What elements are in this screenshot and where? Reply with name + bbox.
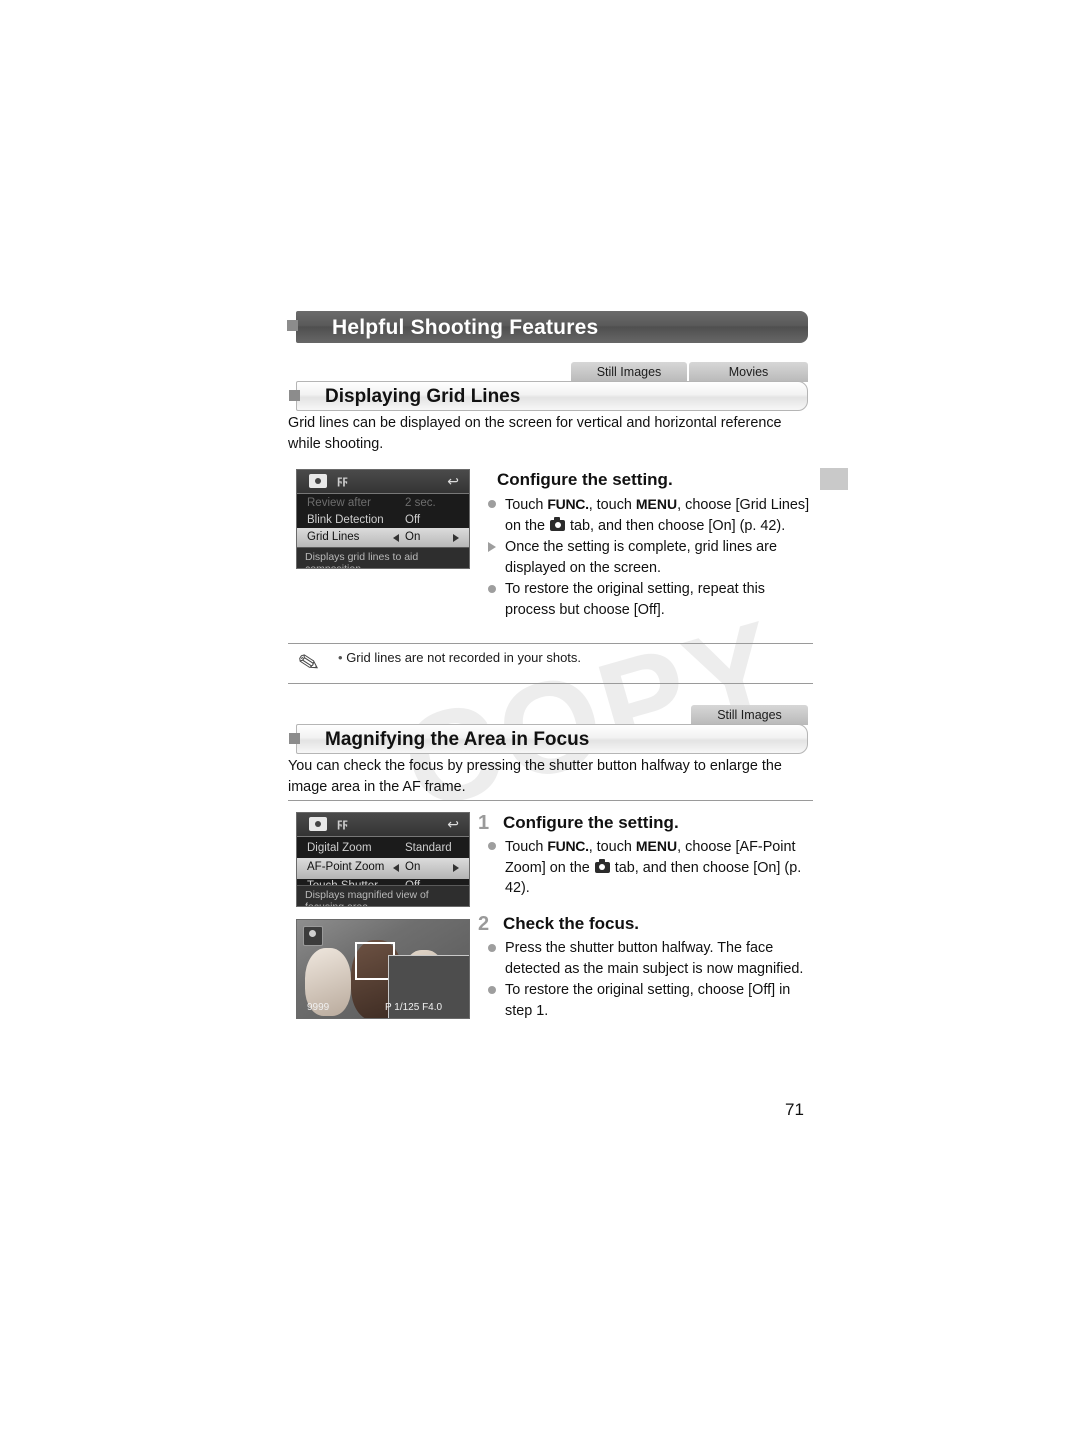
bullet-dot-icon [488, 986, 496, 994]
page-number: 71 [785, 1100, 804, 1119]
tab-still-images-2: Still Images [691, 705, 808, 725]
step-2-bullets: Press the shutter button halfway. The fa… [487, 938, 813, 1022]
note-rule-bottom [288, 683, 813, 684]
screen1-row-0-label: Review after [307, 497, 371, 509]
note-text: • Grid lines are not recorded in your sh… [338, 650, 582, 665]
camera-screen-grid-lines: ϝϝ ↩ Review after 2 sec. Blink Detection… [296, 469, 470, 569]
photo-mode-badge-icon [303, 926, 323, 946]
screen1-row-0-value: 2 sec. [405, 497, 436, 509]
screen2-row-1-label: AF-Point Zoom [307, 861, 385, 873]
camera-screen-af-zoom: ϝϝ ↩ Digital Zoom Standard AF-Point Zoom… [296, 812, 470, 907]
right-arrow-icon [453, 534, 459, 542]
step-2-number: 2 [478, 913, 490, 935]
chapter-title: Helpful Shooting Features [332, 316, 599, 339]
list-item: Press the shutter button halfway. The fa… [487, 938, 813, 979]
section1-bullet-0-text: Touch FUNC., touch MENU, choose [Grid Li… [505, 496, 810, 534]
screen2-caption: Displays magnified view of focusing area… [297, 885, 469, 906]
section1-intro: Grid lines can be displayed on the scree… [288, 415, 782, 452]
chapter-marker-icon [287, 320, 298, 331]
step2-bullet-0-text: Press the shutter button halfway. The fa… [505, 940, 804, 977]
step2-bullet-1-text: To restore the original setting, choose … [505, 982, 791, 1019]
section2-intro: You can check the focus by pressing the … [288, 758, 782, 795]
bullet-dot-icon [488, 944, 496, 952]
step-1-number: 1 [478, 812, 490, 834]
list-item: To restore the original setting, repeat … [487, 579, 813, 620]
note-rule-top [288, 643, 813, 644]
back-arrow-icon: ↩ [447, 816, 459, 832]
screen1-row-1-value: Off [405, 514, 421, 526]
tab-still-images: Still Images [571, 362, 687, 382]
screen2-topbar: ϝϝ ↩ [297, 813, 469, 837]
screen1-row-1-label: Blink Detection [307, 514, 384, 526]
section1-tabs: Still Images Movies [571, 362, 808, 382]
step1-bullet-0-text: Touch FUNC., touch MENU, choose [AF-Poin… [505, 838, 802, 896]
document-page: COPY Helpful Shooting Features Still Ima… [0, 0, 1080, 1436]
section-marker-icon [289, 390, 300, 401]
screen1-caption-text: Displays grid lines to aid composition. [305, 551, 419, 569]
screen1-topbar: ϝϝ ↩ [297, 470, 469, 494]
bullet-dot-icon [488, 842, 496, 850]
screen2-row-0: Digital Zoom Standard [297, 839, 469, 860]
list-item: Once the setting is complete, grid lines… [487, 537, 813, 578]
bullet-dot-icon [488, 585, 496, 593]
section-heading-af-zoom: Magnifying the Area in Focus [289, 724, 808, 754]
list-item: To restore the original setting, choose … [487, 980, 813, 1021]
photo-osd-left: 9999 [307, 1002, 330, 1013]
section2-tabs: Still Images [691, 705, 808, 725]
bullet-dot-icon [488, 500, 496, 508]
camera-photo-af-zoom: 9999 P 1/125 F4.0 [296, 919, 470, 1019]
step-2-heading: Check the focus. [503, 914, 640, 933]
list-item: Touch FUNC., touch MENU, choose [AF-Poin… [487, 836, 813, 899]
section1-bullet-2-text: To restore the original setting, repeat … [505, 581, 765, 618]
section2-heading-text: Magnifying the Area in Focus [325, 729, 590, 750]
wrench-tab-icon: ϝϝ [337, 816, 348, 830]
tab-movies: Movies [689, 362, 808, 382]
chapter-title-bar: Helpful Shooting Features [287, 311, 808, 343]
screen2-row-1: AF-Point Zoom On [297, 858, 469, 879]
section1-step-heading: Configure the setting. [497, 470, 673, 489]
back-arrow-icon: ↩ [447, 473, 459, 489]
screen1-caption: Displays grid lines to aid composition. [297, 547, 469, 568]
page-side-marker [820, 468, 848, 490]
section1-bullet-1-text: Once the setting is complete, grid lines… [505, 539, 777, 576]
step-1-heading: Configure the setting. [503, 813, 679, 832]
wrench-tab-icon: ϝϝ [337, 473, 348, 487]
left-arrow-icon [393, 864, 399, 872]
screen2-row-0-label: Digital Zoom [307, 842, 372, 854]
screen1-row-2-value: On [405, 531, 421, 543]
bullet-triangle-icon [488, 542, 496, 552]
screen1-row-2-label: Grid Lines [307, 531, 360, 543]
section-heading-grid-lines: Displaying Grid Lines [289, 381, 808, 411]
list-item: Touch FUNC., touch MENU, choose [Grid Li… [487, 494, 813, 536]
section1-heading-text: Displaying Grid Lines [325, 386, 521, 407]
pencil-icon: ✎ [295, 646, 323, 680]
screen2-row-0-value: Standard [405, 842, 452, 854]
screen2-caption-text: Displays magnified view of focusing area… [305, 889, 429, 907]
step-1-bullets: Touch FUNC., touch MENU, choose [AF-Poin… [487, 836, 813, 900]
section2-rule [288, 800, 813, 801]
screen2-row-1-value: On [405, 861, 421, 873]
right-arrow-icon [453, 864, 459, 872]
left-arrow-icon [393, 534, 399, 542]
section1-bullets: Touch FUNC., touch MENU, choose [Grid Li… [487, 494, 813, 621]
photo-osd-right: P 1/125 F4.0 [385, 1002, 443, 1013]
section-marker-icon [289, 733, 300, 744]
camera-tab-icon [309, 474, 327, 488]
camera-tab-icon [309, 817, 327, 831]
